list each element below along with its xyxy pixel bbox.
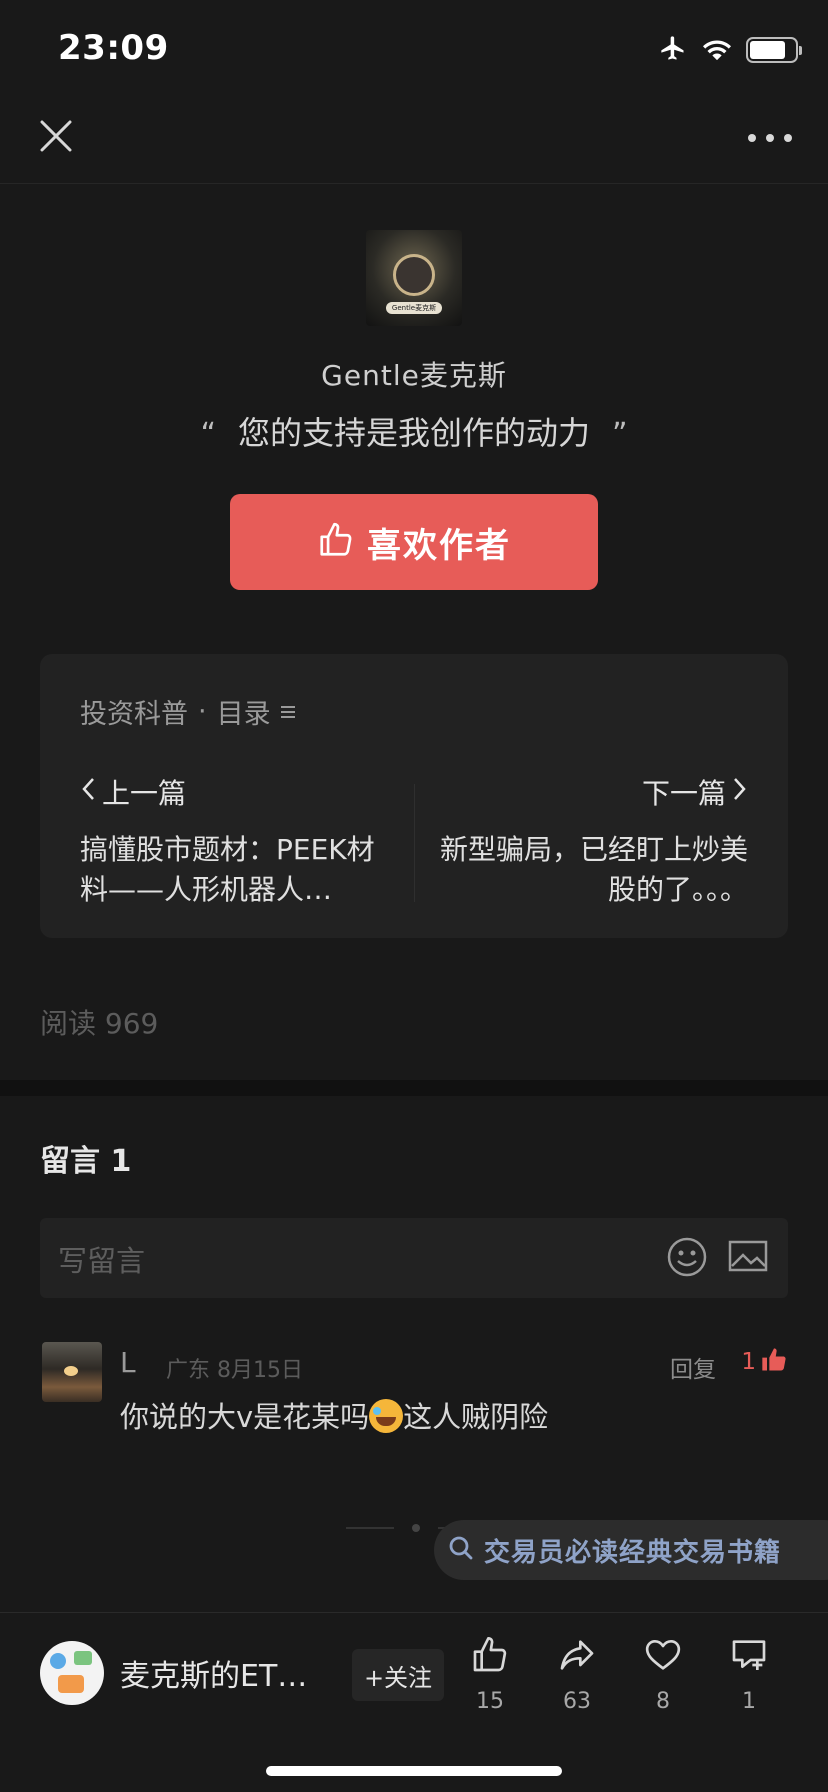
image-icon xyxy=(728,1240,768,1272)
like-author-label: 喜欢作者 xyxy=(367,525,511,566)
read-count: 阅读 969 xyxy=(40,1007,159,1040)
image-button[interactable] xyxy=(728,1238,768,1276)
series-catalog-link[interactable]: 投资科普 · 目录 xyxy=(80,692,295,731)
prev-article-link[interactable]: 上一篇 搞懂股市题材：PEEK材料——人形机器人… xyxy=(80,772,380,910)
comment-button[interactable]: 1 xyxy=(714,1631,784,1714)
home-indicator[interactable] xyxy=(266,1766,562,1776)
like-author-button[interactable]: 喜欢作者 xyxy=(230,494,598,590)
close-button[interactable] xyxy=(38,118,74,154)
next-article-link[interactable]: 下一篇 新型骗局，已经盯上炒美股的了。。。 xyxy=(438,772,748,910)
comment-like-button[interactable]: 1 xyxy=(741,1346,788,1378)
search-suggestion-text: 交易员必读经典交易书籍 xyxy=(484,1537,782,1568)
more-button[interactable] xyxy=(748,126,792,150)
close-icon xyxy=(40,120,72,152)
favorite-count: 8 xyxy=(656,1689,670,1714)
status-bar: 23:09 xyxy=(0,0,828,96)
share-button[interactable]: 63 xyxy=(542,1631,612,1714)
thumbs-up-icon xyxy=(760,1346,788,1378)
comment-input[interactable]: 写留言 xyxy=(40,1218,788,1298)
battery-level xyxy=(750,41,786,59)
comment-count: 1 xyxy=(742,1689,756,1714)
emoji-button[interactable] xyxy=(666,1236,708,1278)
author-avatar[interactable]: Gentle麦克斯 xyxy=(366,230,462,326)
favorite-button[interactable]: 8 xyxy=(628,1631,698,1714)
author-avatar-tag: Gentle麦克斯 xyxy=(386,302,442,314)
like-count: 15 xyxy=(476,1689,504,1714)
motto-text: 您的支持是我创作的动力 xyxy=(237,414,590,452)
laugh-cry-emoji-icon xyxy=(369,1399,404,1433)
thumbs-up-icon xyxy=(317,521,355,563)
comment-item: L 广东 8月15日 回复 1 你说的大v是花某吗 这人贼阴险 xyxy=(40,1342,788,1452)
heart-icon xyxy=(628,1631,698,1679)
share-count: 63 xyxy=(563,1689,591,1714)
article-end-screen: 23:09 Gentle麦克斯 Gentle麦克斯 “您的支持是我创作的动力 ”… xyxy=(0,0,828,1792)
comment-add-icon xyxy=(714,1631,784,1679)
comments-title: 留言 1 xyxy=(40,1144,132,1179)
commenter-name[interactable]: L xyxy=(120,1346,136,1379)
bottom-toolbar: 麦克斯的ET… +关注 15 63 8 1 xyxy=(0,1612,828,1792)
quote-close: ” xyxy=(612,417,628,452)
search-suggestion-pill[interactable]: 交易员必读经典交易书籍 xyxy=(434,1520,828,1580)
prev-article-title: 搞懂股市题材：PEEK材料——人形机器人… xyxy=(80,833,375,906)
author-motto: “ 您的支持是我创作的动力 ” xyxy=(0,408,828,454)
comment-meta: 广东 8月15日 xyxy=(166,1358,303,1383)
nav-bar xyxy=(0,96,828,184)
more-icon xyxy=(748,134,756,142)
status-time: 23:09 xyxy=(58,28,169,68)
like-button[interactable]: 15 xyxy=(455,1631,525,1714)
comment-input-placeholder: 写留言 xyxy=(58,1244,146,1278)
series-name: 投资科普 xyxy=(80,699,188,730)
comment-text: 你说的大v是花某吗 这人贼阴险 xyxy=(120,1399,549,1434)
account-name[interactable]: 麦克斯的ET… xyxy=(120,1651,340,1695)
wifi-icon xyxy=(702,36,732,64)
status-icons xyxy=(658,34,802,66)
author-name[interactable]: Gentle麦克斯 xyxy=(0,354,828,394)
series-card: 投资科普 · 目录 上一篇 搞懂股市题材：PEEK材料——人形机器人… 下一篇 … xyxy=(40,654,788,938)
thumbs-up-icon xyxy=(455,1631,525,1679)
next-label: 下一篇 xyxy=(641,777,726,810)
series-separator: · xyxy=(198,696,207,727)
comment-like-count: 1 xyxy=(741,1349,756,1375)
chevron-left-icon xyxy=(80,776,96,809)
commenter-avatar[interactable] xyxy=(42,1342,102,1402)
battery-icon xyxy=(746,37,802,63)
account-avatar[interactable] xyxy=(40,1641,104,1705)
reply-button[interactable]: 回复 xyxy=(670,1350,716,1384)
share-icon xyxy=(542,1631,612,1679)
chevron-right-icon xyxy=(732,776,748,809)
next-article-title: 新型骗局，已经盯上炒美股的了。。。 xyxy=(439,833,748,906)
smiley-icon xyxy=(667,1237,707,1277)
quote-open: “ xyxy=(200,417,216,452)
list-icon xyxy=(280,703,295,721)
search-icon xyxy=(448,1535,474,1565)
follow-button[interactable]: +关注 xyxy=(352,1649,444,1701)
prev-label: 上一篇 xyxy=(102,777,187,810)
series-divider xyxy=(414,784,415,902)
airplane-icon xyxy=(658,34,688,66)
catalog-label: 目录 xyxy=(216,699,271,730)
section-divider xyxy=(0,1080,828,1096)
